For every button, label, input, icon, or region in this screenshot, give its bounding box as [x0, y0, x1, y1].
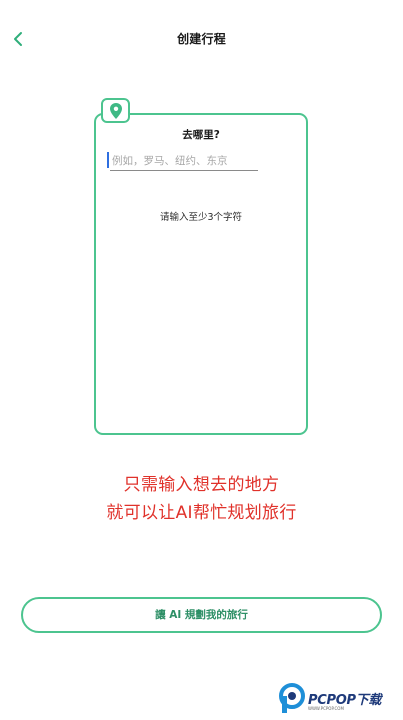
text-caret	[107, 152, 109, 168]
top-bar: 创建行程	[0, 0, 403, 78]
promo-line-2: 就可以让AI帮忙规划旅行	[106, 503, 297, 523]
page-title: 创建行程	[177, 32, 226, 46]
destination-input[interactable]	[110, 151, 258, 171]
watermark: PCPOP下载 WWW.PCPOP.COM	[278, 683, 400, 717]
plan-trip-button[interactable]: 讓 AI 規劃我的旅行	[21, 597, 382, 633]
watermark-subtext: WWW.PCPOP.COM	[308, 706, 344, 711]
destination-question: 去哪里?	[182, 129, 220, 141]
input-hint: 请输入至少3个字符	[159, 212, 243, 223]
pcpop-logo-icon	[279, 683, 305, 713]
promo-line-1: 只需输入想去的地方	[123, 475, 280, 495]
location-badge	[101, 98, 130, 123]
map-pin-icon	[110, 103, 122, 119]
